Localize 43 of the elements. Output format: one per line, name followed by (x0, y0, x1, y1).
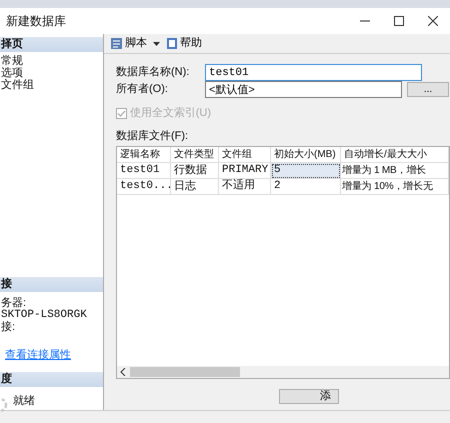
connection-info: 接: (0, 321, 16, 333)
field-label: 数据库名称(N): (116, 64, 190, 80)
table-cell[interactable]: 日志 (171, 179, 219, 195)
script-icon[interactable] (110, 37, 123, 50)
scroll-left-icon[interactable] (120, 368, 126, 376)
table-cell[interactable]: test01 (117, 163, 171, 179)
browse-button[interactable]: ... (407, 82, 449, 97)
sidebar-item[interactable]: 常规 (0, 54, 103, 66)
name-field[interactable]: test01 (205, 64, 422, 81)
section-header: 度 (0, 372, 103, 386)
close-icon[interactable] (428, 16, 438, 26)
table-cell[interactable]: 增量为 10%，增长无 (341, 179, 449, 195)
table-cell[interactable]: 5 (271, 163, 341, 179)
status-text: 就绪 (12, 394, 35, 408)
maximize-icon[interactable] (394, 16, 404, 26)
sidebar-item[interactable]: 文件组 (0, 78, 103, 90)
table-cell[interactable]: 不适用 (219, 179, 271, 195)
connection-link[interactable]: 查看连接属性 (5, 347, 103, 364)
table-cell[interactable]: test0... (117, 179, 171, 195)
table-cell[interactable]: 行数据 (171, 163, 219, 179)
checkbox-label: 使用全文索引(U) (130, 106, 212, 121)
help-button[interactable]: 帮助 (166, 35, 202, 52)
column-header[interactable]: 逻辑名称 (117, 147, 171, 163)
owner-field[interactable]: <默认值> (205, 81, 402, 98)
sidebar-item[interactable]: 选项 (0, 66, 103, 78)
column-header[interactable]: 文件组 (219, 147, 271, 163)
column-header[interactable]: 文件类型 (171, 147, 219, 163)
connection-info: SKTOP-LS8ORGK (0, 309, 88, 321)
scroll-thumb[interactable] (130, 367, 240, 377)
add-button[interactable]: 添 (279, 389, 339, 404)
script-button[interactable]: 脚本 (110, 35, 147, 52)
section-header: 择页 (0, 36, 103, 52)
caret-icon[interactable] (153, 42, 160, 46)
field-label: 所有者(O): (116, 82, 169, 98)
table-cell[interactable]: 增量为 1 MB，增长 (341, 163, 449, 179)
help-icon[interactable] (166, 37, 178, 50)
connection-info: 务器: (0, 297, 28, 309)
section-label: 数据库文件(F): (116, 128, 190, 144)
horizontal-scrollbar[interactable] (117, 366, 449, 378)
column-header[interactable]: 自动增长/最大大小 (341, 147, 449, 163)
section-header: 接 (0, 276, 103, 292)
window-title: 新建数据库 (6, 13, 66, 30)
table-cell[interactable]: 2 (271, 179, 341, 195)
